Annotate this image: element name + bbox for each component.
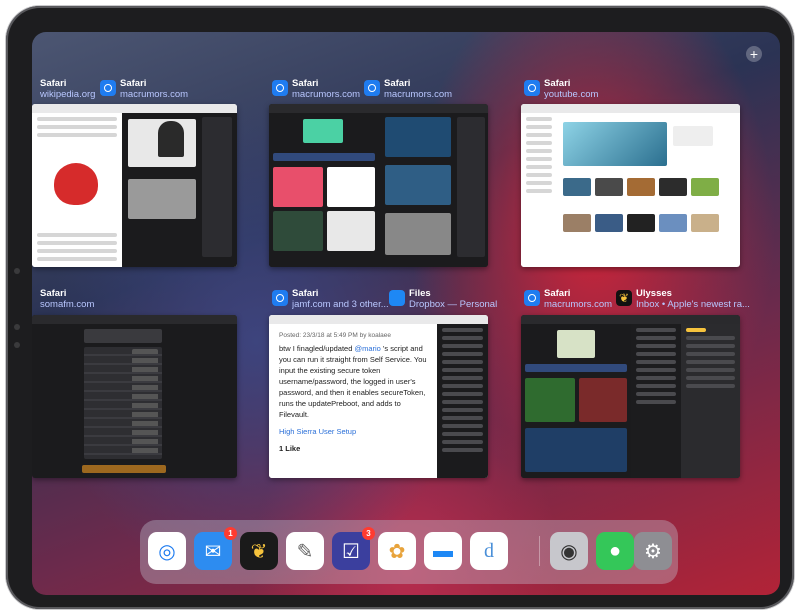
safari-icon — [100, 80, 116, 96]
ipad-frame: + Safari wikipedia.org Safari macrumors.… — [6, 6, 794, 609]
app-label-ulysses[interactable]: ❦ Ulysses Inbox • Apple's newest ra... — [616, 288, 780, 316]
app-card-jamf-files[interactable]: Posted: 23/3/18 at 5:49 PM by koalaee bt… — [269, 315, 488, 478]
app-title: Safari — [292, 78, 319, 89]
plus-circle-icon[interactable]: + — [746, 46, 762, 62]
jamf-forum-post: Posted: 23/3/18 at 5:49 PM by koalaee bt… — [269, 324, 437, 478]
dictionary-glyph: d — [484, 539, 494, 562]
app-title: Ulysses — [636, 288, 672, 299]
mail-glyph: ✉ — [204, 540, 222, 563]
camera-icon[interactable]: ◉ — [550, 532, 588, 570]
files-glyph: ▬ — [433, 539, 453, 562]
app-card-wikipedia-macrumors[interactable] — [32, 104, 237, 267]
safari-icon — [364, 80, 380, 96]
dock-divider — [539, 536, 540, 566]
app-title: Safari — [40, 288, 67, 299]
editorial-glyph: ✎ — [296, 540, 314, 563]
app-subtitle: Inbox • Apple's newest ra... — [636, 299, 750, 310]
post-text-2: 's script and you can run it straight fr… — [279, 344, 427, 419]
safari-icon — [524, 80, 540, 96]
app-title: Safari — [120, 78, 147, 89]
safari-icon — [524, 290, 540, 306]
app-label-safari-somafm[interactable]: Safari somafm.com — [40, 288, 280, 316]
folder-icon[interactable]: ▬ — [424, 532, 462, 570]
mention-link[interactable]: @mario — [354, 344, 380, 353]
app-subtitle: somafm.com — [40, 299, 95, 310]
apple-logo-image — [54, 163, 98, 205]
camera-glyph: ◉ — [560, 540, 578, 563]
post-meta: Posted: 23/3/18 at 5:49 PM by koalaee — [279, 332, 392, 339]
app-title: Safari — [544, 288, 571, 299]
dock: ◎ ✉ 1 ❦ ✎ ☑ 3 ✿ ▬ d ◉ ● ⚙ — [140, 520, 678, 584]
app-title: Safari — [384, 78, 411, 89]
app-subtitle: macrumors.com — [292, 89, 361, 100]
omnifocus-badge: 3 — [362, 527, 375, 540]
post-body: btw I finagled/updated @mario 's script … — [279, 343, 427, 420]
checkbox-icon[interactable]: ☑ 3 — [332, 527, 375, 570]
side-button — [14, 324, 20, 330]
app-card-youtube[interactable] — [521, 104, 740, 267]
mail-badge: 1 — [224, 527, 237, 540]
butterfly-icon[interactable]: ❦ — [240, 532, 278, 570]
safari-glyph: ◎ — [158, 540, 176, 563]
app-subtitle: macrumors.com — [544, 299, 613, 310]
app-card-macrumors-ulysses[interactable] — [521, 315, 740, 478]
post-text: btw I finagled/updated — [279, 344, 353, 353]
app-switcher-screen: + Safari wikipedia.org Safari macrumors.… — [32, 32, 780, 595]
app-subtitle: macrumors.com — [120, 89, 189, 100]
letter-d-icon[interactable]: d — [470, 532, 508, 570]
settings-glyph: ⚙ — [644, 540, 662, 563]
app-title: Safari — [544, 78, 571, 89]
safari-icon[interactable]: ◎ — [148, 532, 186, 570]
speech-bubble-icon[interactable]: ● — [596, 532, 634, 570]
app-subtitle: macrumors.com — [384, 89, 453, 100]
omnifocus-glyph: ☑ — [342, 540, 360, 563]
app-title: Files — [409, 288, 431, 299]
app-subtitle: Dropbox — Personal — [409, 299, 498, 310]
app-subtitle: youtube.com — [544, 89, 599, 100]
photos-icon[interactable]: ✿ — [378, 532, 416, 570]
butterfly-icon: ❦ — [616, 290, 632, 306]
mail-icon[interactable]: ✉ 1 — [194, 527, 237, 570]
ulysses-glyph: ❦ — [250, 540, 268, 563]
safari-icon — [272, 290, 288, 306]
app-title: Safari — [40, 78, 67, 89]
like-count: 1 Like — [279, 444, 301, 453]
safari-icon — [272, 80, 288, 96]
app-card-macrumors-split[interactable] — [269, 104, 488, 267]
pen-icon[interactable]: ✎ — [286, 532, 324, 570]
side-button — [14, 268, 20, 274]
app-subtitle: wikipedia.org — [40, 89, 96, 100]
app-subtitle: jamf.com and 3 other... — [292, 299, 389, 310]
app-card-somafm[interactable] — [32, 315, 237, 478]
photos-glyph: ✿ — [388, 540, 406, 563]
gear-icon[interactable]: ⚙ — [634, 532, 672, 570]
messages-glyph: ● — [608, 539, 622, 562]
side-button — [14, 342, 20, 348]
app-label-safari-youtube[interactable]: Safari youtube.com — [524, 78, 764, 106]
app-title: Safari — [292, 288, 319, 299]
post-link[interactable]: High Sierra User Setup — [279, 426, 427, 437]
files-icon — [389, 290, 405, 306]
